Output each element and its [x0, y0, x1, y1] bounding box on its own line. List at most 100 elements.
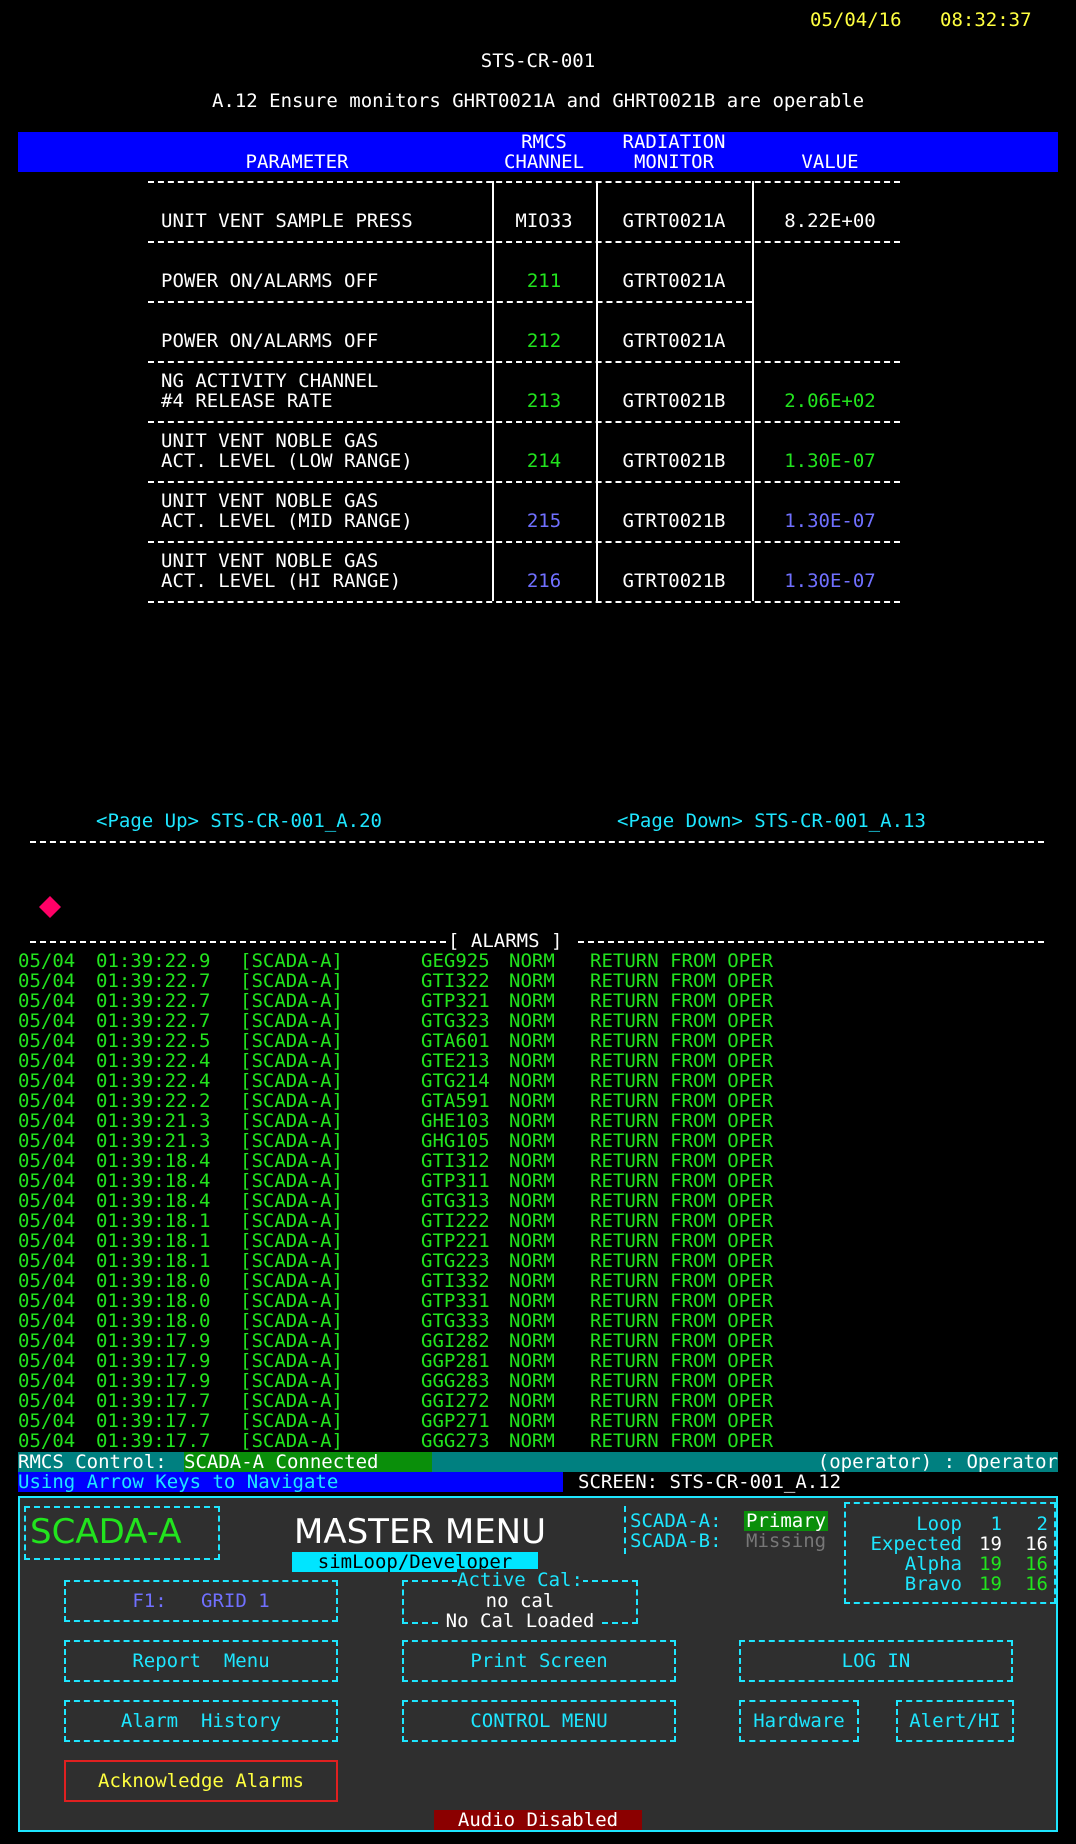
alarm-row[interactable]: 05/04 01:39:18.1 [SCADA-A] GTG223 NORM RETURN… — [18, 1251, 1058, 1271]
alarm-date: 05/04 — [18, 1290, 76, 1312]
f1-grid-button[interactable]: F1: GRID 1 — [64, 1580, 338, 1622]
alarm-row[interactable]: 05/04 01:39:18.4 [SCADA-A] GTP311 NORM RETURN… — [18, 1171, 1058, 1191]
page-up-link[interactable]: <Page Up> STS-CR-001_A.20 — [96, 811, 382, 831]
alarm-message: RETURN FROM OPER — [590, 1050, 774, 1072]
alarm-row[interactable]: 05/04 01:39:17.7 [SCADA-A] GGP271 NORM RETURN… — [18, 1411, 1058, 1431]
alpha-label: Alpha — [904, 1553, 962, 1575]
page-up-key: <Page Up> — [96, 810, 199, 832]
alarm-message: RETURN FROM OPER — [590, 1350, 774, 1372]
alarm-list[interactable]: 05/04 01:39:22.9 [SCADA-A] GEG925 NORM RETURN… — [18, 951, 1058, 1451]
alarm-time: 01:39:21.3 — [96, 1130, 211, 1152]
alarm-date: 05/04 — [18, 1350, 76, 1372]
alarm-row[interactable]: 05/04 01:39:17.9 [SCADA-A] GGG283 NORM RETURN… — [18, 1371, 1058, 1391]
alarm-message: RETURN FROM OPER — [590, 1330, 774, 1352]
alarm-point: GTE213 — [421, 1050, 490, 1072]
alarm-row[interactable]: 05/04 01:39:17.9 [SCADA-A] GGI282 NORM RETURN… — [18, 1331, 1058, 1351]
alarm-row[interactable]: 05/04 01:39:17.7 [SCADA-A] GGI272 NORM RETURN… — [18, 1391, 1058, 1411]
alarm-source: [SCADA-A] — [240, 1250, 343, 1272]
alarm-time: 01:39:17.7 — [96, 1410, 211, 1432]
alarm-point: GTA601 — [421, 1030, 490, 1052]
header-value: VALUE — [801, 151, 859, 173]
row-parameter-line2: ACT. LEVEL (HI RANGE) — [161, 570, 402, 592]
alarm-row[interactable]: 05/04 01:39:18.0 [SCADA-A] GTG333 NORM RETURN… — [18, 1311, 1058, 1331]
alarm-date: 05/04 — [18, 1130, 76, 1152]
alarm-row[interactable]: 05/04 01:39:18.4 [SCADA-A] GTG313 NORM RETURN… — [18, 1191, 1058, 1211]
scada-b-status: Missing — [746, 1530, 827, 1552]
alarm-row[interactable]: 05/04 01:39:21.3 [SCADA-A] GHE103 NORM RETURN… — [18, 1111, 1058, 1131]
alarm-row[interactable]: 05/04 01:39:17.9 [SCADA-A] GGP281 NORM RETURN… — [18, 1351, 1058, 1371]
loop-2-header: 2 — [1036, 1513, 1048, 1535]
alarm-time: 01:39:22.2 — [96, 1090, 211, 1112]
row-channel: 213 — [526, 390, 562, 412]
hardware-button[interactable]: Hardware — [739, 1700, 859, 1742]
master-menu-title: MASTER MENU — [294, 1512, 546, 1552]
row-monitor: GTRT0021A — [622, 330, 726, 352]
alarm-point: GTI332 — [421, 1270, 490, 1292]
alarm-state: NORM — [509, 1330, 555, 1352]
acknowledge-alarms-button[interactable]: Acknowledge Alarms — [64, 1760, 338, 1802]
alarm-source: [SCADA-A] — [240, 970, 343, 992]
row-parameter-line2: #4 RELEASE RATE — [161, 390, 333, 412]
alarm-row[interactable]: 05/04 01:39:22.4 [SCADA-A] GTG214 NORM RETURN… — [18, 1071, 1058, 1091]
alarm-time: 01:39:18.0 — [96, 1310, 211, 1332]
alarm-row[interactable]: 05/04 01:39:22.4 [SCADA-A] GTE213 NORM RETURN… — [18, 1051, 1058, 1071]
control-menu-button[interactable]: CONTROL MENU — [402, 1700, 676, 1742]
alarm-point: GTG333 — [421, 1310, 490, 1332]
alarm-time: 01:39:22.7 — [96, 990, 211, 1012]
scada-a-status: Primary — [744, 1510, 829, 1532]
alarm-row[interactable]: 05/04 01:39:17.7 [SCADA-A] GGG273 NORM RETURN… — [18, 1431, 1058, 1451]
alarm-point: GTI322 — [421, 970, 490, 992]
alarm-message: RETURN FROM OPER — [590, 1150, 774, 1172]
alarm-message: RETURN FROM OPER — [590, 1190, 774, 1212]
alarm-state: NORM — [509, 1390, 555, 1412]
alarm-row[interactable]: 05/04 01:39:22.7 [SCADA-A] GTI322 NORM RETURN… — [18, 971, 1058, 991]
alarm-date: 05/04 — [18, 1170, 76, 1192]
page-down-link[interactable]: <Page Down> STS-CR-001_A.13 — [617, 811, 926, 831]
alarm-state: NORM — [509, 1230, 555, 1252]
print-screen-button[interactable]: Print Screen — [402, 1640, 676, 1682]
alarm-row[interactable]: 05/04 01:39:18.0 [SCADA-A] GTI332 NORM RETURN… — [18, 1271, 1058, 1291]
alarm-row[interactable]: 05/04 01:39:22.7 [SCADA-A] GTP321 NORM RETURN… — [18, 991, 1058, 1011]
alarm-row[interactable]: 05/04 01:39:18.1 [SCADA-A] GTI222 NORM RETURN… — [18, 1211, 1058, 1231]
alarm-row[interactable]: 05/04 01:39:22.5 [SCADA-A] GTA601 NORM RETURN… — [18, 1031, 1058, 1051]
alarm-row[interactable]: 05/04 01:39:21.3 [SCADA-A] GHG105 NORM RETURN… — [18, 1131, 1058, 1151]
alarms-title: [ ALARMS ] — [448, 930, 563, 952]
alarm-row[interactable]: 05/04 01:39:22.7 [SCADA-A] GTG323 NORM RETURN… — [18, 1011, 1058, 1031]
table-rule — [148, 541, 900, 543]
audio-status-badge: Audio Disabled — [434, 1810, 642, 1830]
alert-hi-button[interactable]: Alert/HI — [896, 1700, 1014, 1742]
header-rmcs-line1: RMCS — [521, 131, 567, 153]
alarm-source: [SCADA-A] — [240, 1170, 343, 1192]
alarm-row[interactable]: 05/04 01:39:18.1 [SCADA-A] GTP221 NORM RETURN… — [18, 1231, 1058, 1251]
alarm-source: [SCADA-A] — [240, 1010, 343, 1032]
row-parameter: UNIT VENT NOBLE GAS — [161, 490, 379, 512]
alarm-message: RETURN FROM OPER — [590, 1290, 774, 1312]
alarm-message: RETURN FROM OPER — [590, 1110, 774, 1132]
active-cal-value: no cal — [485, 1590, 555, 1612]
alarm-row[interactable]: 05/04 01:39:22.2 [SCADA-A] GTA591 NORM RETURN… — [18, 1091, 1058, 1111]
alarm-state: NORM — [509, 1430, 555, 1452]
alarm-state: NORM — [509, 970, 555, 992]
log-in-button[interactable]: LOG IN — [739, 1640, 1013, 1682]
alarm-row[interactable]: 05/04 01:39:22.9 [SCADA-A] GEG925 NORM RETURN… — [18, 951, 1058, 971]
row-monitor: GTRT0021A — [622, 210, 726, 232]
row-channel: MIO33 — [515, 210, 573, 232]
alarm-time: 01:39:17.9 — [96, 1330, 211, 1352]
screen-title: STS-CR-001 — [480, 50, 596, 72]
report-menu-button[interactable]: Report Menu — [64, 1640, 338, 1682]
table-rule — [148, 301, 752, 303]
alarm-date: 05/04 — [18, 970, 76, 992]
table-rule — [148, 181, 900, 183]
row-channel: 215 — [526, 510, 562, 532]
alarm-row[interactable]: 05/04 01:39:18.4 [SCADA-A] GTI312 NORM RETURN… — [18, 1151, 1058, 1171]
alarm-source: [SCADA-A] — [240, 1390, 343, 1412]
f1-grid-value: GRID 1 — [201, 1590, 270, 1612]
alarm-point: GTA591 — [421, 1090, 490, 1112]
alarm-time: 01:39:17.9 — [96, 1370, 211, 1392]
alarm-source: [SCADA-A] — [240, 1110, 343, 1132]
alarm-row[interactable]: 05/04 01:39:18.0 [SCADA-A] GTP331 NORM RETURN… — [18, 1291, 1058, 1311]
alarm-time: 01:39:22.9 — [96, 950, 211, 972]
alarm-state: NORM — [509, 1150, 555, 1172]
alarm-history-button[interactable]: Alarm History — [64, 1700, 338, 1742]
row-value: 8.22E+00 — [784, 210, 876, 232]
